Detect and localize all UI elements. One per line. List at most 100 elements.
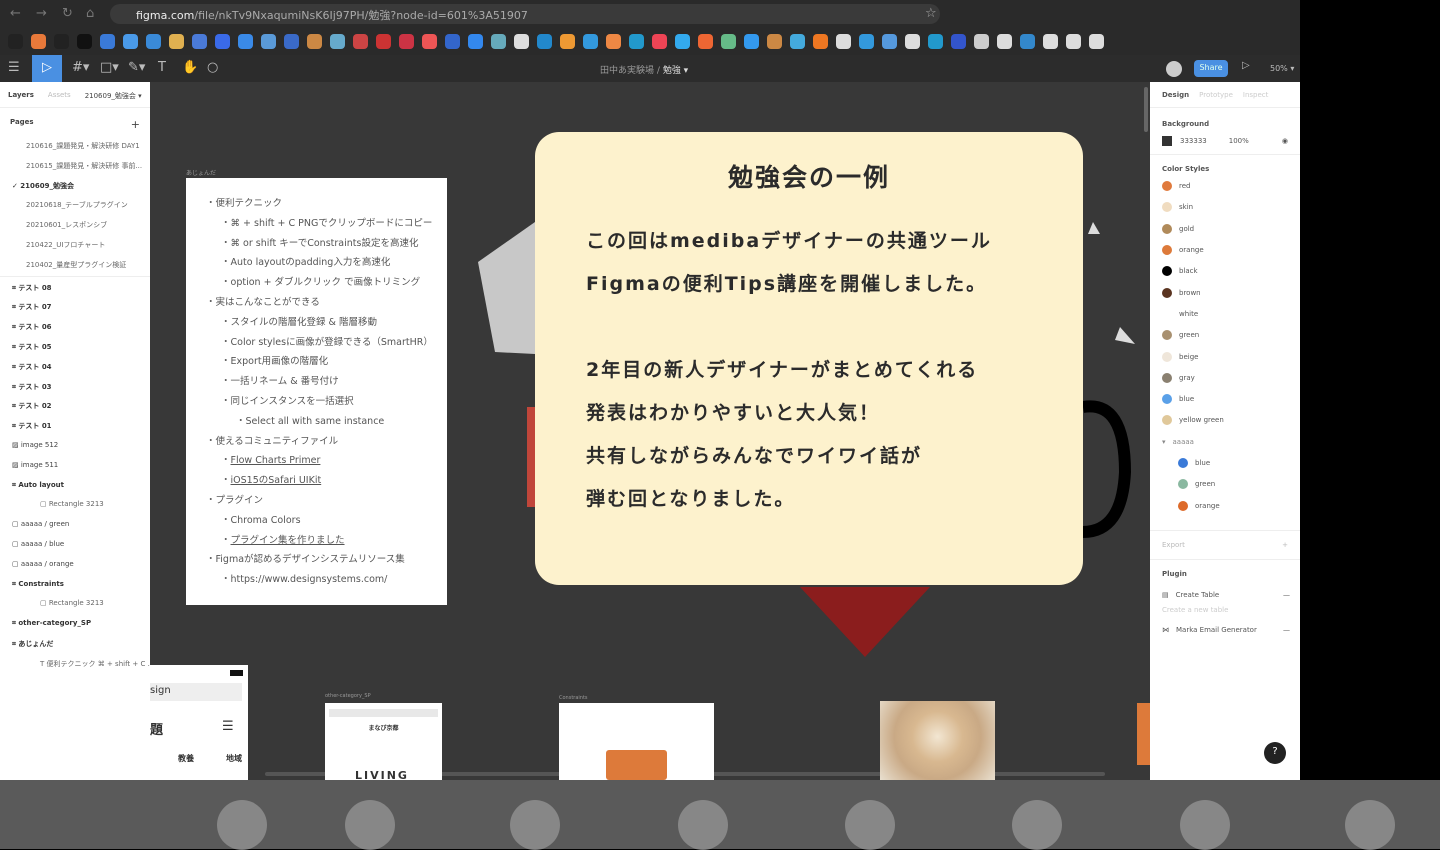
layer-item[interactable]: ⌗ テスト 06 <box>0 316 150 336</box>
layer-item[interactable]: ⌗ other-category_SP <box>0 613 150 633</box>
page-item[interactable]: 210402_量産型プラグイン検証 <box>0 254 150 274</box>
tab-layers[interactable]: Layers <box>8 91 34 99</box>
note-link[interactable]: iOS15のSafari UIKit <box>231 475 322 486</box>
bg-hex[interactable]: 333333 <box>1180 137 1207 145</box>
url-input[interactable]: figma.com/file/nkTv9NxaqumiNsK6Ij97PH/勉強… <box>110 4 940 24</box>
bookmark-icon[interactable] <box>330 34 345 49</box>
color-style[interactable]: red <box>1150 173 1300 194</box>
bookmark-icon[interactable] <box>882 34 897 49</box>
zoom-dropdown[interactable]: 50% ▾ <box>1270 64 1294 73</box>
layer-item[interactable]: ⌗ テスト 08 <box>0 277 150 297</box>
color-style[interactable]: orange <box>1150 492 1300 513</box>
layer-item[interactable]: ▢ Rectangle 3213 <box>0 494 150 514</box>
layer-item[interactable]: T 便利テクニック ⌘ + shift + C ... <box>0 653 150 673</box>
export-label[interactable]: Export <box>1162 541 1185 549</box>
layer-item[interactable]: ▢ aaaaa / green <box>0 514 150 534</box>
layer-item[interactable]: ▨ image 512 <box>0 435 150 455</box>
add-page-icon[interactable]: + <box>131 118 140 131</box>
text-tool-icon[interactable]: T <box>158 60 166 75</box>
bg-opacity[interactable]: 100% <box>1229 137 1249 145</box>
bookmark-icon[interactable] <box>445 34 460 49</box>
reload-icon[interactable]: ↻ <box>62 6 73 21</box>
bookmark-icon[interactable] <box>491 34 506 49</box>
home-icon[interactable]: ⌂ <box>86 6 94 21</box>
note-frame[interactable]: 便利テクニック ⌘ + shift + C PNGでクリップボードにコピー ⌘ or… <box>186 178 447 605</box>
bookmark-icon[interactable] <box>721 34 736 49</box>
bookmark-icon[interactable] <box>100 34 115 49</box>
plugin-marka-email[interactable]: ⋈ Marka Email Generator — <box>1150 617 1300 638</box>
present-icon[interactable]: ▷ <box>1242 60 1250 71</box>
bookmark-icon[interactable] <box>836 34 851 49</box>
page-item[interactable]: 210615_課題発見・解決研修 事前... <box>0 155 150 175</box>
other-category-frame[interactable]: まなび京都 LIVING <box>325 703 442 780</box>
forward-icon[interactable]: → <box>36 6 47 21</box>
bookmark-icon[interactable] <box>652 34 667 49</box>
shape-tool-icon[interactable]: □▾ <box>100 60 119 75</box>
bookmark-icon[interactable] <box>560 34 575 49</box>
page-item[interactable]: 20210601_レスポンシブ <box>0 214 150 234</box>
bookmark-icon[interactable] <box>1089 34 1104 49</box>
color-style[interactable]: beige <box>1150 343 1300 364</box>
layer-item[interactable]: ⌗ テスト 07 <box>0 296 150 316</box>
bookmark-icon[interactable] <box>353 34 368 49</box>
phone-frame-large[interactable]: sign 題 ☰ 教養 地域 <box>150 665 248 780</box>
layer-item[interactable]: ⌗ あじょんだ <box>0 633 150 653</box>
color-group[interactable]: aaaaa <box>1173 438 1194 446</box>
color-style[interactable]: skin <box>1150 194 1300 215</box>
bookmark-icon[interactable] <box>629 34 644 49</box>
bookmark-icon[interactable] <box>169 34 184 49</box>
add-export-icon[interactable]: + <box>1282 541 1288 549</box>
layer-item[interactable]: ▢ Rectangle 3213 <box>0 593 150 613</box>
tab-prototype[interactable]: Prototype <box>1199 91 1233 99</box>
main-menu-icon[interactable]: ☰ <box>8 60 20 75</box>
page-item[interactable]: 210616_課題発見・解決研修 DAY1 <box>0 135 150 155</box>
user-avatar[interactable] <box>1166 61 1182 77</box>
bookmark-icon[interactable] <box>744 34 759 49</box>
background-fill[interactable]: 333333 100% ◉ <box>1150 128 1300 155</box>
bookmark-icon[interactable] <box>1066 34 1081 49</box>
bookmark-icon[interactable] <box>376 34 391 49</box>
bookmark-icon[interactable] <box>215 34 230 49</box>
layer-item[interactable]: ⌗ テスト 05 <box>0 336 150 356</box>
constraints-frame[interactable] <box>559 703 714 780</box>
bookmark-icon[interactable] <box>468 34 483 49</box>
group-chevron-icon[interactable]: ▾ <box>1162 438 1166 446</box>
bookmark-icon[interactable] <box>77 34 92 49</box>
eye-icon[interactable]: ◉ <box>1282 137 1288 145</box>
frame-tool-icon[interactable]: #▾ <box>72 60 89 75</box>
bookmark-icon[interactable] <box>859 34 874 49</box>
bookmark-icon[interactable] <box>790 34 805 49</box>
bookmark-icon[interactable] <box>537 34 552 49</box>
bookmark-icon[interactable] <box>767 34 782 49</box>
bookmark-icon[interactable] <box>606 34 621 49</box>
color-style[interactable]: gold <box>1150 216 1300 237</box>
layer-item[interactable]: ▢ aaaaa / orange <box>0 554 150 574</box>
move-tool-button[interactable]: ▷ <box>32 55 62 82</box>
breadcrumb[interactable]: 田中あ実験場 / 勉強 ▾ <box>600 63 688 76</box>
bookmark-icon[interactable] <box>1020 34 1035 49</box>
bookmark-icon[interactable] <box>698 34 713 49</box>
layer-item[interactable]: ⌗ テスト 03 <box>0 376 150 396</box>
bookmark-icon[interactable] <box>974 34 989 49</box>
page-item[interactable]: 20210618_テーブルプラグイン <box>0 194 150 214</box>
bookmark-icon[interactable] <box>146 34 161 49</box>
help-button[interactable]: ? <box>1264 742 1286 764</box>
pen-tool-icon[interactable]: ✎▾ <box>128 60 145 75</box>
plugin-create-table[interactable]: ▤ Create Table — <box>1150 582 1300 603</box>
bookmark-icon[interactable] <box>1043 34 1058 49</box>
layer-item[interactable]: ▢ aaaaa / blue <box>0 534 150 554</box>
layer-item[interactable]: ⌗ Constraints <box>0 574 150 594</box>
page-item[interactable]: 210422_UIフロチャート <box>0 234 150 254</box>
bookmark-icon[interactable] <box>307 34 322 49</box>
bookmark-icon[interactable] <box>928 34 943 49</box>
layer-item[interactable]: ⌗ Auto layout <box>0 475 150 495</box>
color-style[interactable]: green <box>1150 471 1300 492</box>
tab-design[interactable]: Design <box>1162 91 1189 99</box>
bookmark-star-icon[interactable]: ☆ <box>925 6 937 21</box>
bookmark-icon[interactable] <box>905 34 920 49</box>
bookmark-icon[interactable] <box>951 34 966 49</box>
layer-item[interactable]: ⌗ テスト 02 <box>0 395 150 415</box>
color-style[interactable]: yellow green <box>1150 407 1300 428</box>
bg-swatch[interactable] <box>1162 136 1172 146</box>
back-icon[interactable]: ← <box>10 6 21 21</box>
